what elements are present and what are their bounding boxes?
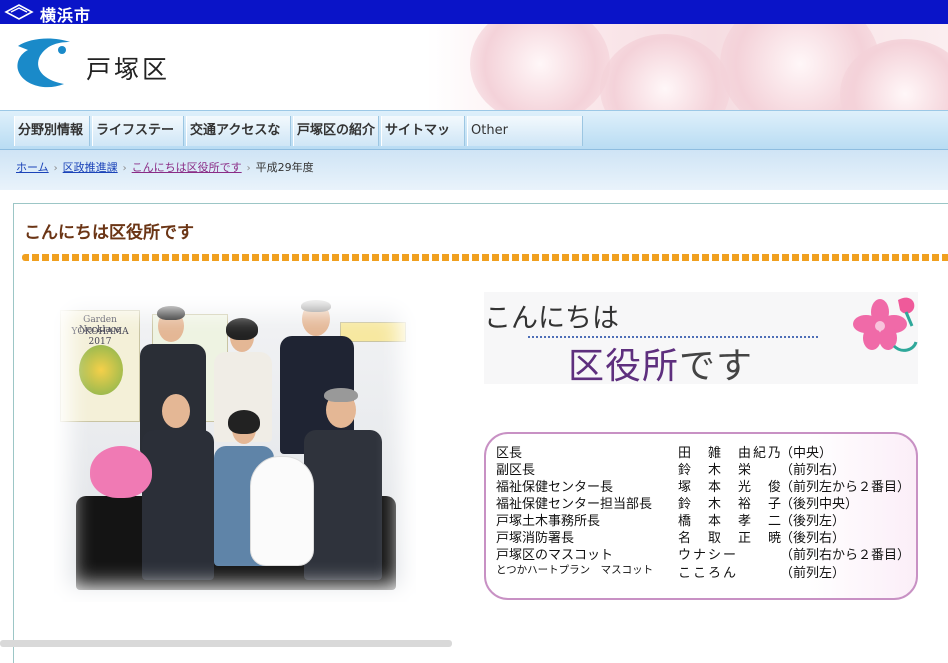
nav-item-access[interactable]: 交通アクセスなど (186, 116, 291, 168)
member-name: ウナシー (678, 548, 739, 563)
breadcrumb: ホーム › 区政推進課 › こんにちは区役所です › 平成29年度 (16, 159, 314, 175)
breadcrumb-home-link[interactable]: ホーム (16, 161, 49, 174)
nav-item-lifestage[interactable]: ライフステージ (92, 116, 184, 168)
greeting-line2-purple: 区役所 (568, 346, 680, 387)
greeting-line1: こんにちは (484, 303, 619, 334)
breadcrumb-bar: ホーム › 区政推進課 › こんにちは区役所です › 平成29年度 (0, 150, 948, 190)
horizontal-scrollbar[interactable] (0, 640, 452, 647)
members-list: 区長 田 雑 由紀乃 （中央） 副区長 鈴 木 栄 （前列右） 福祉保健センター… (484, 432, 918, 600)
member-role: 戸塚区のマスコット (496, 548, 614, 563)
greeting-line2: 区役所です (568, 337, 753, 389)
breadcrumb-separator-icon: › (246, 163, 251, 174)
breadcrumb-separator-icon: › (122, 163, 127, 174)
city-name-link[interactable]: 横浜市 (40, 2, 91, 26)
dotted-divider (22, 254, 948, 261)
member-position: （前列右から２番目） (780, 548, 911, 563)
nav-item-sitemap[interactable]: サイトマップ (381, 116, 465, 168)
member-name: こころん (678, 566, 739, 581)
member-role: とつかハートプラン マスコット (496, 564, 654, 576)
member-position: （前列左） (780, 566, 846, 581)
nav-item-fields[interactable]: 分野別情報 (14, 116, 90, 146)
nav-item-about-ward[interactable]: 戸塚区の紹介 (293, 116, 379, 146)
ward-name[interactable]: 戸塚区 (86, 50, 170, 86)
site-header: 戸塚区 (0, 24, 948, 110)
group-photo: Garden Necklace YOKOHAMA 2017 (54, 296, 416, 602)
global-nav: 分野別情報 ライフステージ 交通アクセスなど 戸塚区の紹介 サイトマップ Oth… (0, 110, 948, 168)
breadcrumb-separator-icon: › (53, 163, 58, 174)
page-title: こんにちは区役所です (24, 223, 194, 243)
city-bar: 横浜市 (0, 0, 948, 26)
nav-item-other-languages[interactable]: Other Languages (467, 116, 583, 168)
sakura-flower-icon (853, 297, 918, 352)
breadcrumb-hello-link[interactable]: こんにちは区役所です (132, 161, 242, 174)
totsuka-logo-icon[interactable] (12, 36, 78, 92)
content-panel: こんにちは区役所です Garden Necklace YOKOHAMA 2017 (13, 203, 948, 663)
breadcrumb-current: 平成29年度 (255, 161, 314, 174)
breadcrumb-division-link[interactable]: 区政推進課 (63, 161, 118, 174)
greeting-line2-rest: です (679, 346, 754, 387)
yokohama-emblem-icon (4, 4, 34, 20)
